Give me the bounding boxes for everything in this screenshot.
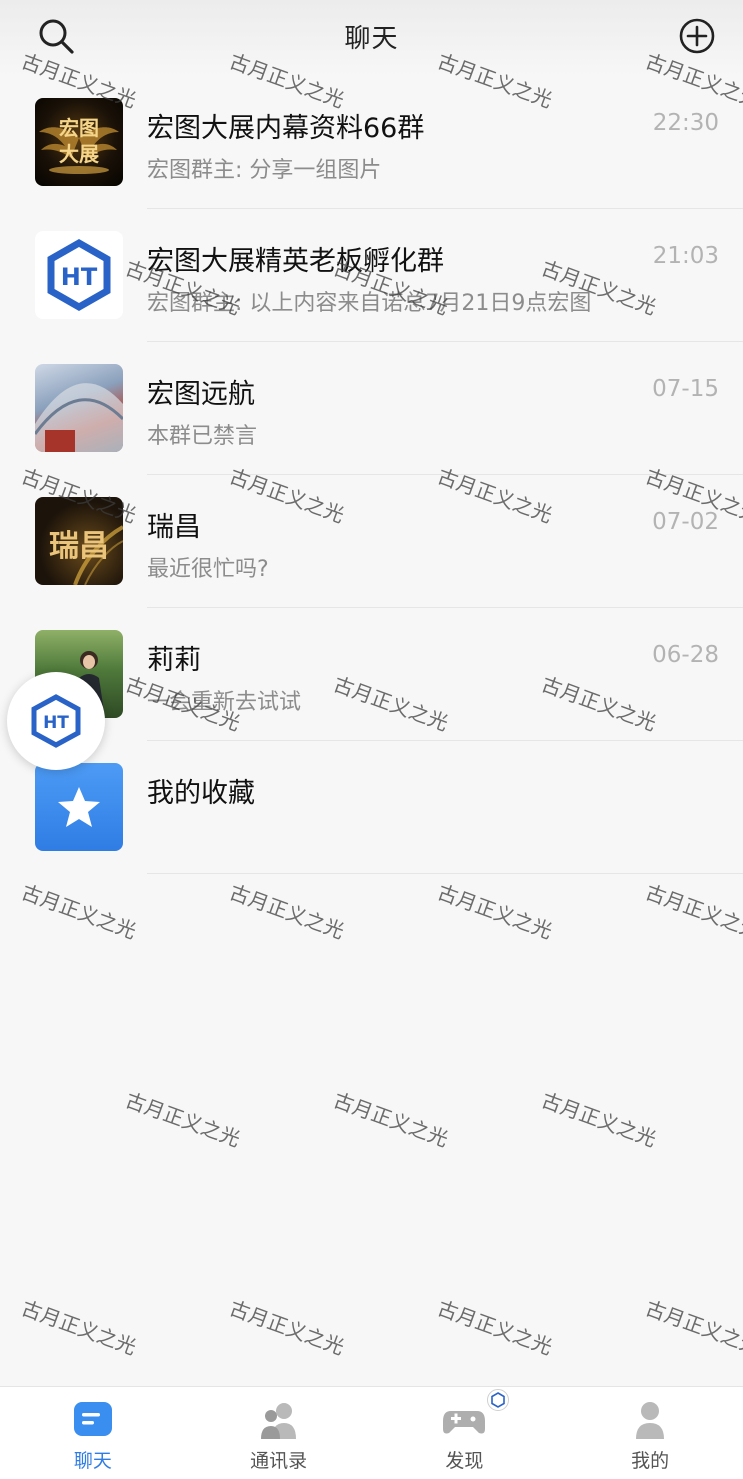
chat-row[interactable]: 瑞昌 瑞昌 最近很忙吗? 07-02 [8, 475, 743, 608]
watermark: 古月正义之光 [226, 1295, 348, 1360]
watermark: 古月正义之光 [538, 1087, 660, 1152]
chat-preview: 宏图群主: 以上内容来自诺总7月21日9点宏图 [147, 291, 592, 316]
chat-row[interactable]: 宏图 大展 宏图大展内幕资料66群 宏图群主: 分享一组图片 22:30 [8, 76, 743, 209]
bottom-tab-bar: 聊天 通讯录 发现 我的 [0, 1386, 743, 1479]
watermark: 古月正义之光 [226, 879, 348, 944]
watermark: 古月正义之光 [330, 1087, 452, 1152]
floating-ht-button[interactable]: HT [7, 672, 105, 770]
contacts-icon [260, 1403, 296, 1439]
chat-icon [73, 1402, 112, 1436]
chat-list: 宏图 大展 宏图大展内幕资料66群 宏图群主: 分享一组图片 22:30 HT … [8, 76, 743, 874]
watermark: 古月正义之光 [122, 1087, 244, 1152]
chat-time: 21:03 [652, 243, 719, 269]
chat-name: 莉莉 [147, 645, 201, 676]
chat-preview: 最近很忙吗? [147, 557, 269, 582]
chat-row[interactable]: HT 宏图大展精英老板孵化群 宏图群主: 以上内容来自诺总7月21日9点宏图 2… [8, 209, 743, 342]
tab-profile[interactable]: 我的 [557, 1387, 743, 1479]
chat-row[interactable]: 莉莉 一会重新去试试 06-28 [8, 608, 743, 741]
ht-logo-icon [490, 1392, 505, 1408]
chat-name: 宏图大展精英老板孵化群 [147, 246, 444, 277]
favorites-avatar [35, 763, 123, 851]
tab-label: 发现 [445, 1450, 484, 1472]
chat-time: 06-28 [652, 642, 719, 668]
tab-label: 聊天 [73, 1450, 112, 1472]
row-divider [147, 873, 743, 874]
watermark: 古月正义之光 [434, 879, 556, 944]
chat-name: 宏图大展内幕资料66群 [147, 113, 425, 144]
chat-name: 我的收藏 [147, 778, 255, 809]
chat-preview: 本群已禁言 [147, 424, 258, 449]
ht-badge [486, 1389, 509, 1411]
ht-logo-icon: HT [31, 694, 81, 748]
chat-name: 瑞昌 [147, 512, 201, 543]
chat-row[interactable]: 宏图远航 本群已禁言 07-15 [8, 342, 743, 475]
chat-list-screen: 聊天 宏图 大展 宏图大展内幕资料66群 宏图群主: 分享一组图片 22:30 [0, 0, 743, 1479]
svg-text:HT: HT [43, 713, 69, 733]
profile-icon [636, 1402, 665, 1439]
chat-time: 07-15 [652, 376, 719, 402]
tab-label: 我的 [631, 1450, 670, 1472]
page-title: 聊天 [344, 24, 399, 54]
watermark: 古月正义之光 [642, 879, 743, 944]
chat-preview: 一会重新去试试 [147, 690, 302, 715]
tab-chat[interactable]: 聊天 [0, 1387, 186, 1479]
watermark: 古月正义之光 [18, 879, 140, 944]
contact-avatar: 瑞昌 [35, 497, 123, 585]
ht-logo-icon: HT [47, 238, 111, 312]
chat-name: 宏图远航 [147, 379, 255, 410]
svg-text:HT: HT [61, 263, 98, 291]
favorites-row[interactable]: 我的收藏 [8, 741, 743, 874]
tab-discover[interactable]: 发现 [372, 1387, 558, 1479]
discover-gamepad-icon [443, 1411, 486, 1434]
add-circle-icon[interactable] [677, 16, 717, 56]
top-bar: 聊天 [0, 0, 743, 76]
chat-preview: 宏图群主: 分享一组图片 [147, 158, 382, 183]
watermark: 古月正义之光 [18, 1295, 140, 1360]
tab-contacts[interactable]: 通讯录 [186, 1387, 372, 1479]
tab-label: 通讯录 [250, 1450, 308, 1472]
group-avatar: HT [35, 231, 123, 319]
chat-time: 07-02 [652, 509, 719, 535]
group-avatar: 宏图 大展 [35, 98, 123, 186]
group-avatar [35, 364, 123, 452]
watermark: 古月正义之光 [642, 1295, 743, 1360]
building-photo-icon [35, 383, 123, 452]
watermark: 古月正义之光 [434, 1295, 556, 1360]
chat-time: 22:30 [652, 110, 719, 136]
star-icon [58, 787, 100, 827]
